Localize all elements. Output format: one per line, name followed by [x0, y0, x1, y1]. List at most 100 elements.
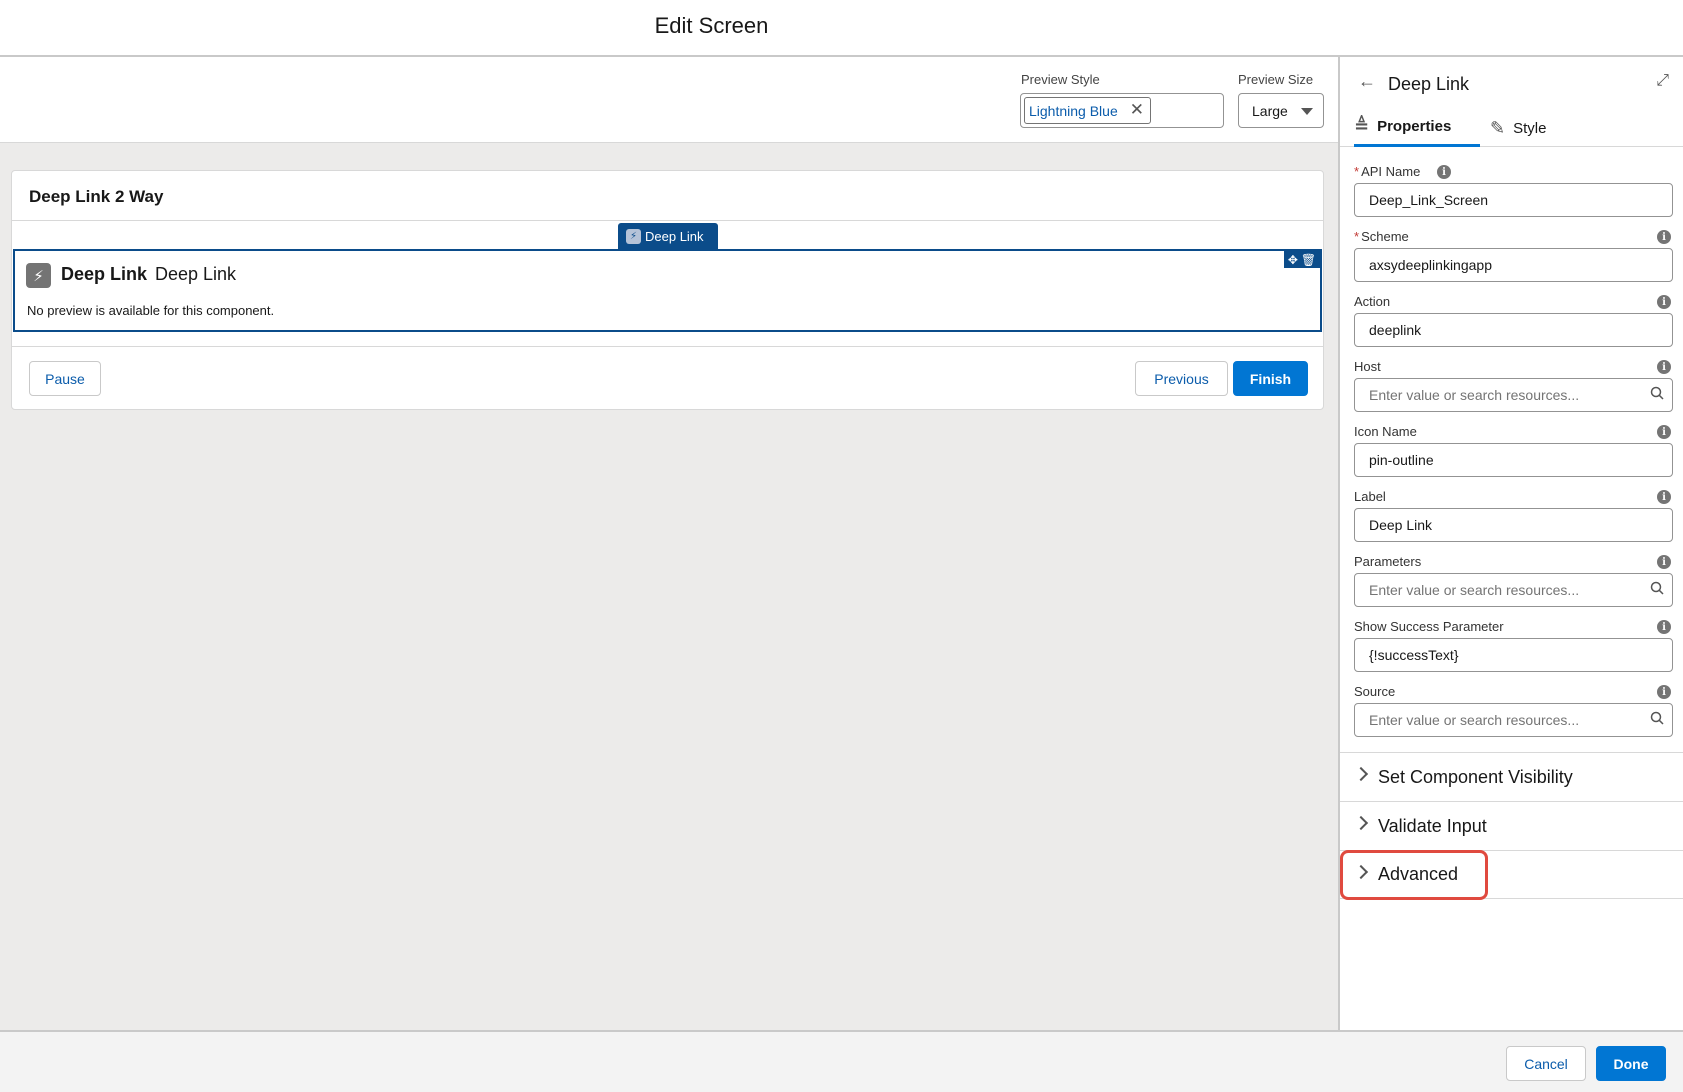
field-value: axsydeeplinkingapp	[1369, 257, 1492, 273]
field-label-text: Host	[1354, 359, 1381, 374]
info-icon[interactable]: i	[1657, 230, 1671, 244]
required-marker: *	[1354, 164, 1360, 179]
field-value: pin-outline	[1369, 452, 1434, 468]
finish-button[interactable]: Finish	[1233, 361, 1308, 396]
field-label-text: API Name	[1361, 164, 1421, 179]
component-label: Deep Link	[155, 264, 237, 284]
field-placeholder: Enter value or search resources...	[1369, 582, 1580, 598]
field-value: Deep_Link_Screen	[1369, 192, 1489, 208]
info-icon[interactable]: i	[1657, 360, 1671, 374]
component-tag[interactable]: ⚡ Deep Link	[618, 223, 718, 249]
field-input[interactable]: Deep_Link_Screen	[1354, 183, 1673, 217]
tab-properties[interactable]: ≜ Properties	[1354, 109, 1480, 147]
section-advanced[interactable]: Advanced	[1340, 850, 1683, 899]
lightning-icon: ⚡	[26, 263, 51, 288]
field-label: Source	[1354, 684, 1395, 699]
preview-style-pill[interactable]: Lightning Blue ✕	[1024, 97, 1151, 124]
component-note: No preview is available for this compone…	[27, 303, 275, 318]
properties-panel: ← Deep Link ⤢ ≜ Properties ✎ Style * API …	[1338, 57, 1683, 1030]
section-label: Advanced	[1378, 864, 1459, 884]
pause-button[interactable]: Pause	[29, 361, 101, 396]
search-icon	[1650, 581, 1664, 595]
field-placeholder: Enter value or search resources...	[1369, 387, 1580, 403]
info-icon[interactable]: i	[1657, 685, 1671, 699]
field-label: Icon Name	[1354, 424, 1417, 439]
section-validate-input[interactable]: Validate Input	[1340, 801, 1683, 850]
field-input[interactable]: deeplink	[1354, 313, 1673, 347]
divider	[12, 346, 1323, 347]
preview-size-label: Preview Size	[1238, 72, 1314, 87]
field-label: Label	[1354, 489, 1386, 504]
divider	[12, 220, 1323, 221]
chevron-right-icon	[1353, 815, 1369, 831]
field-placeholder: Enter value or search resources...	[1369, 712, 1580, 728]
panel-title: Deep Link	[1388, 74, 1470, 94]
deep-link-component[interactable]: ✥ 🗑 ⚡ Deep Link Deep Link No preview is …	[13, 249, 1322, 332]
done-button[interactable]: Done	[1596, 1046, 1666, 1081]
screen-title: Deep Link 2 Way	[29, 187, 164, 206]
component-name: Deep Link	[61, 264, 148, 284]
section-label: Set Component Visibility	[1378, 766, 1573, 787]
cancel-button[interactable]: Cancel	[1506, 1046, 1586, 1081]
tab-label: Properties	[1377, 118, 1452, 135]
screen-card: Deep Link 2 Way ⚡ Deep Link ✥ 🗑 ⚡ Deep L…	[11, 170, 1324, 410]
field-label: Action	[1354, 294, 1390, 309]
text-properties-icon: ≜	[1354, 116, 1370, 136]
modal-header: Edit Screen	[0, 0, 1683, 57]
field-value: {!successText}	[1369, 647, 1459, 663]
modal-footer: Cancel Done	[0, 1030, 1683, 1092]
field-label: * Scheme	[1354, 229, 1409, 244]
field-input[interactable]: pin-outline	[1354, 443, 1673, 477]
preview-style-label: Preview Style	[1021, 72, 1100, 87]
required-marker: *	[1354, 229, 1360, 244]
lightning-icon: ⚡	[626, 228, 641, 244]
back-arrow-icon[interactable]: ←	[1358, 71, 1376, 92]
chevron-down-icon	[1301, 108, 1313, 115]
expand-icon[interactable]: ⤢	[1656, 72, 1669, 90]
chevron-right-icon	[1353, 766, 1369, 782]
field-input[interactable]: Enter value or search resources...	[1354, 378, 1673, 412]
field-label: Show Success Parameter	[1354, 619, 1504, 634]
chevron-right-icon	[1353, 864, 1369, 880]
preview-toolbar: Preview Style Lightning Blue ✕ Preview S…	[0, 57, 1338, 143]
page-title: Edit Screen	[654, 13, 769, 38]
section-label: Validate Input	[1378, 815, 1487, 836]
field-label-text: Label	[1354, 489, 1386, 504]
section-set-component-visibility[interactable]: Set Component Visibility	[1340, 752, 1683, 801]
field-label-text: Action	[1354, 294, 1391, 309]
tab-style[interactable]: ✎ Style	[1490, 109, 1580, 147]
move-icon[interactable]: ✥	[1288, 253, 1298, 267]
field-value: Deep Link	[1369, 517, 1433, 533]
info-icon[interactable]: i	[1437, 165, 1451, 179]
info-icon[interactable]: i	[1657, 555, 1671, 569]
info-icon[interactable]: i	[1657, 295, 1671, 309]
preview-size-value: Large	[1252, 103, 1288, 119]
field-label: * API Name	[1354, 164, 1420, 179]
delete-icon[interactable]: 🗑	[1301, 253, 1316, 267]
field-input[interactable]: Enter value or search resources...	[1354, 573, 1673, 607]
screen-canvas: Preview Style Lightning Blue ✕ Preview S…	[0, 57, 1338, 1030]
preview-size-select[interactable]: Large	[1238, 93, 1324, 128]
field-input[interactable]: {!successText}	[1354, 638, 1673, 672]
field-input[interactable]: Enter value or search resources...	[1354, 703, 1673, 737]
info-icon[interactable]: i	[1657, 620, 1671, 634]
field-label-text: Icon Name	[1354, 424, 1417, 439]
field-label: Parameters	[1354, 554, 1421, 569]
component-controls: ✥ 🗑	[1284, 251, 1320, 268]
tab-label: Style	[1513, 119, 1547, 137]
field-label-text: Parameters	[1354, 554, 1422, 569]
remove-pill-icon[interactable]: ✕	[1130, 101, 1144, 119]
field-label-text: Show Success Parameter	[1354, 619, 1504, 634]
preview-style-input[interactable]: Lightning Blue ✕	[1020, 93, 1224, 128]
info-icon[interactable]: i	[1657, 490, 1671, 504]
field-label-text: Scheme	[1361, 229, 1409, 244]
previous-button[interactable]: Previous	[1135, 361, 1228, 396]
field-input[interactable]: axsydeeplinkingapp	[1354, 248, 1673, 282]
preview-style-value: Lightning Blue	[1029, 102, 1118, 119]
field-value: deeplink	[1369, 322, 1422, 338]
field-input[interactable]: Deep Link	[1354, 508, 1673, 542]
component-tag-label: Deep Link	[645, 228, 704, 244]
brush-icon: ✎	[1490, 117, 1506, 138]
field-label: Host	[1354, 359, 1381, 374]
info-icon[interactable]: i	[1657, 425, 1671, 439]
